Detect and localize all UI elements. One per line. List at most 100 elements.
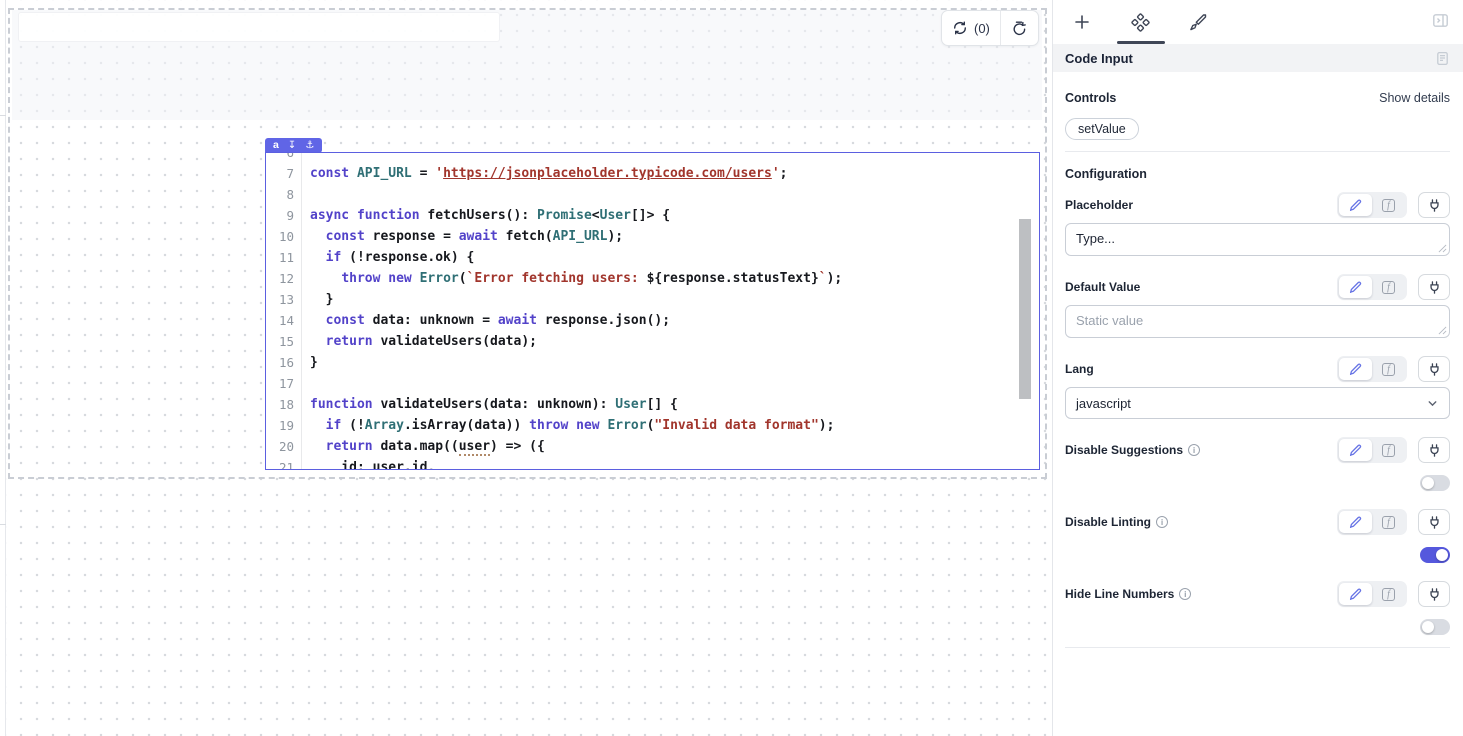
fx-icon: f bbox=[1382, 444, 1395, 457]
default-value-input[interactable]: Static value bbox=[1065, 305, 1450, 338]
code-text: function validateUsers(data: unknown): U… bbox=[302, 394, 678, 415]
app-root: (0) a ↧ ⚓ 67const API_URL = 'https://jso… bbox=[0, 0, 1463, 736]
tab-widgets[interactable] bbox=[1111, 0, 1169, 44]
anchor-icon[interactable]: ⚓ bbox=[305, 138, 314, 153]
code-editor-scrollbar[interactable] bbox=[1019, 219, 1031, 399]
property-actions: f bbox=[1337, 581, 1450, 607]
code-text: } bbox=[302, 289, 333, 310]
ghost-widget bbox=[18, 12, 500, 42]
code-text: async function fetchUsers(): Promise<Use… bbox=[302, 205, 670, 226]
static-mode-button[interactable] bbox=[1339, 583, 1372, 605]
fx-icon: f bbox=[1382, 281, 1395, 294]
property-row-disable-linting: Disable Linting i f bbox=[1065, 509, 1450, 535]
code-line[interactable]: 17 bbox=[266, 373, 1039, 394]
code-editor-content[interactable]: 67const API_URL = 'https://jsonplacehold… bbox=[266, 152, 1039, 470]
code-line[interactable]: 11 if (!response.ok) { bbox=[266, 247, 1039, 268]
code-line[interactable]: 19 if (!Array.isArray(data)) throw new E… bbox=[266, 415, 1039, 436]
placeholder-input[interactable]: Type... bbox=[1065, 223, 1450, 256]
code-line[interactable]: 15 return validateUsers(data); bbox=[266, 331, 1039, 352]
control-chip-setValue[interactable]: setValue bbox=[1065, 118, 1139, 140]
section-divider bbox=[1065, 647, 1450, 648]
property-label: Default Value bbox=[1065, 280, 1140, 294]
resize-handle-icon[interactable] bbox=[1438, 326, 1447, 335]
bind-data-button[interactable] bbox=[1418, 274, 1450, 300]
info-icon[interactable]: i bbox=[1156, 516, 1168, 528]
code-line[interactable]: 10 const response = await fetch(API_URL)… bbox=[266, 226, 1039, 247]
code-line[interactable]: 20 return data.map((user) => ({ bbox=[266, 436, 1039, 457]
code-line[interactable]: 14 const data: unknown = await response.… bbox=[266, 310, 1039, 331]
code-line[interactable]: 7const API_URL = 'https://jsonplaceholde… bbox=[266, 163, 1039, 184]
hide-line-numbers-toggle[interactable] bbox=[1420, 619, 1450, 635]
editor-canvas[interactable]: (0) a ↧ ⚓ 67const API_URL = 'https://jso… bbox=[0, 0, 1052, 736]
line-number: 13 bbox=[266, 289, 302, 310]
fx-mode-button[interactable]: f bbox=[1372, 583, 1405, 605]
show-details-link[interactable]: Show details bbox=[1379, 91, 1450, 105]
widget-name-badge[interactable]: a ↧ ⚓ bbox=[265, 138, 322, 153]
code-line[interactable]: 21 id: user.id, bbox=[266, 457, 1039, 470]
disable-suggestions-toggle[interactable] bbox=[1420, 475, 1450, 491]
docs-icon[interactable] bbox=[1435, 51, 1450, 66]
toggle-knob bbox=[1422, 477, 1434, 489]
bind-data-button[interactable] bbox=[1418, 356, 1450, 382]
code-text: throw new Error(`Error fetching users: $… bbox=[302, 268, 842, 289]
code-line[interactable]: 9async function fetchUsers(): Promise<Us… bbox=[266, 205, 1039, 226]
static-mode-button[interactable] bbox=[1339, 358, 1372, 380]
disable-linting-toggle[interactable] bbox=[1420, 547, 1450, 563]
property-label: Disable Linting bbox=[1065, 515, 1151, 529]
line-number: 16 bbox=[266, 352, 302, 373]
bind-data-button[interactable] bbox=[1418, 581, 1450, 607]
code-text bbox=[302, 152, 310, 163]
select-value: javascript bbox=[1076, 396, 1131, 411]
collapse-panel-icon[interactable] bbox=[1432, 12, 1449, 29]
history-button[interactable] bbox=[1000, 11, 1038, 45]
line-number: 11 bbox=[266, 247, 302, 268]
tab-add[interactable] bbox=[1053, 0, 1111, 44]
fx-icon: f bbox=[1382, 363, 1395, 376]
code-line[interactable]: 18function validateUsers(data: unknown):… bbox=[266, 394, 1039, 415]
widget-name-label[interactable]: a bbox=[273, 138, 279, 153]
info-icon[interactable]: i bbox=[1188, 444, 1200, 456]
lang-select[interactable]: javascript bbox=[1065, 387, 1450, 419]
sync-count: (0) bbox=[974, 21, 990, 36]
fx-mode-button[interactable]: f bbox=[1372, 276, 1405, 298]
code-text: return validateUsers(data); bbox=[302, 331, 537, 352]
fx-mode-button[interactable]: f bbox=[1372, 511, 1405, 533]
code-input-widget[interactable]: 67const API_URL = 'https://jsonplacehold… bbox=[265, 152, 1040, 470]
property-panel: Code Input Controls Show details setValu… bbox=[1052, 0, 1463, 736]
left-panel-divider bbox=[0, 115, 6, 116]
static-mode-button[interactable] bbox=[1339, 276, 1372, 298]
code-line[interactable]: 13 } bbox=[266, 289, 1039, 310]
resize-handle-icon[interactable] bbox=[1438, 244, 1447, 253]
tab-style[interactable] bbox=[1169, 0, 1227, 44]
fx-mode-button[interactable]: f bbox=[1372, 194, 1405, 216]
line-number: 12 bbox=[266, 268, 302, 289]
info-icon[interactable]: i bbox=[1179, 588, 1191, 600]
code-text: return data.map((user) => ({ bbox=[302, 436, 545, 457]
code-line[interactable]: 6 bbox=[266, 152, 1039, 163]
fx-mode-button[interactable]: f bbox=[1372, 358, 1405, 380]
line-number: 7 bbox=[266, 163, 302, 184]
component-title: Code Input bbox=[1065, 51, 1133, 66]
fx-icon: f bbox=[1382, 516, 1395, 529]
code-line[interactable]: 8 bbox=[266, 184, 1039, 205]
property-actions: f bbox=[1337, 274, 1450, 300]
sync-button[interactable]: (0) bbox=[942, 11, 1000, 45]
bind-data-button[interactable] bbox=[1418, 509, 1450, 535]
bind-data-button[interactable] bbox=[1418, 192, 1450, 218]
line-number: 6 bbox=[266, 152, 302, 163]
move-down-icon[interactable]: ↧ bbox=[288, 138, 296, 153]
sync-icon bbox=[952, 20, 968, 36]
code-text: } bbox=[302, 352, 318, 373]
collapsed-left-panel[interactable] bbox=[0, 0, 6, 736]
static-mode-button[interactable] bbox=[1339, 439, 1372, 461]
bind-data-button[interactable] bbox=[1418, 437, 1450, 463]
static-mode-button[interactable] bbox=[1339, 511, 1372, 533]
code-line[interactable]: 12 throw new Error(`Error fetching users… bbox=[266, 268, 1039, 289]
code-line[interactable]: 16} bbox=[266, 352, 1039, 373]
property-label: Hide Line Numbers bbox=[1065, 587, 1174, 601]
history-icon bbox=[1011, 20, 1028, 37]
line-number: 19 bbox=[266, 415, 302, 436]
fx-mode-button[interactable]: f bbox=[1372, 439, 1405, 461]
toggle-knob bbox=[1436, 549, 1448, 561]
static-mode-button[interactable] bbox=[1339, 194, 1372, 216]
